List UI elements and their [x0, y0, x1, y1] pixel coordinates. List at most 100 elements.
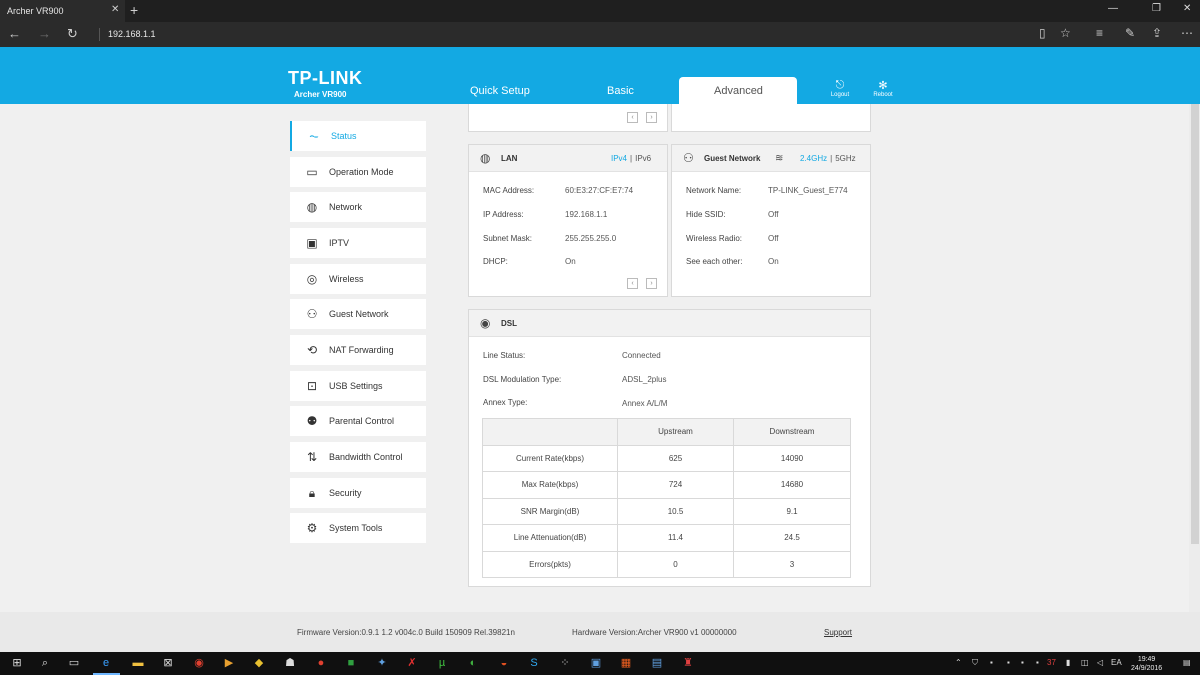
next-page-icon[interactable]: ›	[646, 278, 657, 289]
dsl-panel-header: ◉ DSL	[469, 310, 870, 337]
utorrent-icon[interactable]: µ	[435, 656, 449, 670]
app-icon[interactable]: ▤	[650, 656, 664, 670]
app-icon[interactable]: ♜	[681, 656, 695, 670]
app-icon[interactable]: ▣	[589, 656, 603, 670]
media-player-icon[interactable]: ▶	[222, 656, 236, 670]
tray-app-icon[interactable]: ▪	[1007, 658, 1010, 667]
prev-page-icon[interactable]: ‹	[627, 112, 638, 123]
app-icon[interactable]: ◐	[466, 656, 480, 670]
search-icon[interactable]: ⌕	[38, 656, 52, 670]
refresh-icon[interactable]: ↻	[67, 26, 78, 42]
band-24ghz-tab[interactable]: 2.4GHz	[800, 154, 827, 163]
sidebar-item-security[interactable]: 🔒︎ Security	[290, 478, 426, 508]
tray-app-icon[interactable]: ▪	[990, 658, 993, 667]
sidebar-item-label: Status	[331, 131, 357, 141]
app-icon[interactable]: ✗	[405, 656, 419, 670]
ipv6-tab[interactable]: IPv6	[635, 154, 651, 163]
next-page-icon[interactable]: ›	[646, 112, 657, 123]
skype-icon[interactable]: S	[527, 656, 541, 670]
browser-titlebar: Archer VR900 ✕ + — ❐ ✕	[0, 0, 1200, 22]
app-icon[interactable]: ●	[314, 656, 328, 670]
battery-icon[interactable]: ▮	[1066, 658, 1070, 667]
sidebar-item-label: IPTV	[329, 238, 350, 248]
page-scroll-thumb[interactable]	[1191, 104, 1199, 544]
sidebar-item-bandwidth-control[interactable]: ⇅ Bandwidth Control	[290, 442, 426, 472]
tab-quick-setup[interactable]: Quick Setup	[470, 85, 530, 97]
new-tab-button[interactable]: +	[130, 2, 138, 18]
support-link[interactable]: Support	[824, 628, 852, 637]
table-cell: 9.1	[733, 497, 851, 525]
logout-icon[interactable]: ⎋	[828, 79, 852, 92]
logout-label[interactable]: Logout	[825, 92, 855, 98]
sidebar-item-wireless[interactable]: ◎ Wireless	[290, 264, 426, 294]
file-explorer-icon[interactable]: ▬	[131, 656, 145, 670]
favorite-star-icon[interactable]: ☆	[1060, 26, 1071, 40]
store-icon[interactable]: ⊠	[161, 656, 175, 670]
reading-view-icon[interactable]: ▯	[1039, 26, 1046, 40]
windows-start-icon[interactable]: ⊞	[10, 656, 24, 670]
dsl-modulation-label: DSL Modulation Type:	[483, 375, 562, 384]
ipv4-tab[interactable]: IPv4	[611, 154, 627, 163]
page-footer: Firmware Version:0.9.1 1.2 v004c.0 Build…	[0, 612, 1200, 652]
prev-page-icon[interactable]: ‹	[627, 278, 638, 289]
sidebar-item-nat-forwarding[interactable]: ⟲ NAT Forwarding	[290, 335, 426, 365]
app-icon[interactable]: ◒	[497, 656, 511, 670]
maximize-button[interactable]: ❐	[1152, 3, 1161, 14]
notifications-icon[interactable]: ▤	[1183, 658, 1191, 667]
lan-dhcp-value: On	[565, 257, 576, 266]
sidebar-item-status[interactable]: ⏦ Status	[290, 121, 426, 151]
band-5ghz-tab[interactable]: 5GHz	[835, 154, 855, 163]
browser-addressbar: ← → ↻ 192.168.1.1 ▯ ☆ ≡ ✎ ⇪ ⋯	[0, 22, 1200, 47]
guest-radio-label: Wireless Radio:	[686, 234, 743, 243]
tray-app-icon[interactable]: ▪	[1021, 658, 1024, 667]
sidebar-item-network[interactable]: ◍ Network	[290, 192, 426, 222]
hardware-version: Hardware Version:Archer VR900 v1 0000000…	[572, 628, 737, 637]
wireless-icon: ◎	[306, 272, 318, 286]
hub-icon[interactable]: ≡	[1096, 26, 1103, 40]
app-icon[interactable]: ◆	[252, 656, 266, 670]
app-icon[interactable]: ■	[344, 656, 358, 670]
table-cell: Max Rate(kbps)	[482, 471, 618, 499]
sidebar-item-usb-settings[interactable]: ⊡ USB Settings	[290, 371, 426, 401]
tab-basic[interactable]: Basic	[607, 85, 634, 97]
app-icon[interactable]: ✦	[375, 656, 389, 670]
task-view-icon[interactable]: ▭	[67, 656, 81, 670]
close-window-button[interactable]: ✕	[1183, 3, 1191, 14]
tray-chevron-icon[interactable]: ⌃	[955, 658, 962, 667]
app-icon[interactable]: ▦	[619, 656, 633, 670]
address-input[interactable]: 192.168.1.1	[108, 29, 156, 39]
tab-close-icon[interactable]: ✕	[111, 4, 119, 15]
forward-icon[interactable]: →	[38, 26, 51, 41]
sidebar-item-guest-network[interactable]: ⚇ Guest Network	[290, 299, 426, 329]
back-icon[interactable]: ←	[8, 26, 21, 41]
table-cell: 14090	[733, 444, 851, 472]
minimize-button[interactable]: —	[1108, 3, 1118, 14]
reboot-icon[interactable]: ✻	[871, 79, 895, 92]
lan-subnet-label: Subnet Mask:	[483, 234, 532, 243]
app-icon[interactable]: ⁘	[558, 656, 572, 670]
dsl-title: DSL	[501, 319, 517, 328]
tray-badge[interactable]: 37	[1047, 658, 1056, 667]
share-icon[interactable]: ⇪	[1152, 26, 1162, 40]
tray-app-icon[interactable]: ▪	[1036, 658, 1039, 667]
reboot-label[interactable]: Reboot	[868, 92, 898, 98]
sidebar-item-iptv[interactable]: ▣ IPTV	[290, 228, 426, 258]
sidebar-item-system-tools[interactable]: ⚙ System Tools	[290, 513, 426, 543]
sidebar-item-operation-mode[interactable]: ▭ Operation Mode	[290, 157, 426, 187]
table-header-cell	[482, 418, 618, 446]
table-cell: Errors(pkts)	[482, 550, 618, 578]
edge-browser-icon[interactable]: e	[99, 656, 113, 670]
clock[interactable]: 19:49 24/9/2016	[1131, 655, 1162, 673]
guest-radio-value: Off	[768, 234, 779, 243]
tray-shield-icon[interactable]: ⛉	[972, 658, 978, 668]
app-icon[interactable]: ☗	[283, 656, 297, 670]
volume-icon[interactable]: ◁	[1097, 658, 1103, 667]
language-indicator[interactable]: EA	[1111, 658, 1122, 667]
more-icon[interactable]: ⋯	[1181, 26, 1193, 40]
chrome-icon[interactable]: ◉	[192, 656, 206, 670]
network-icon[interactable]: ◫	[1081, 658, 1089, 667]
browser-tab[interactable]: Archer VR900 ✕	[0, 0, 125, 22]
sidebar-item-parental-control[interactable]: ⚉ Parental Control	[290, 406, 426, 436]
web-note-icon[interactable]: ✎	[1125, 26, 1135, 40]
tab-advanced[interactable]: Advanced	[714, 85, 763, 97]
